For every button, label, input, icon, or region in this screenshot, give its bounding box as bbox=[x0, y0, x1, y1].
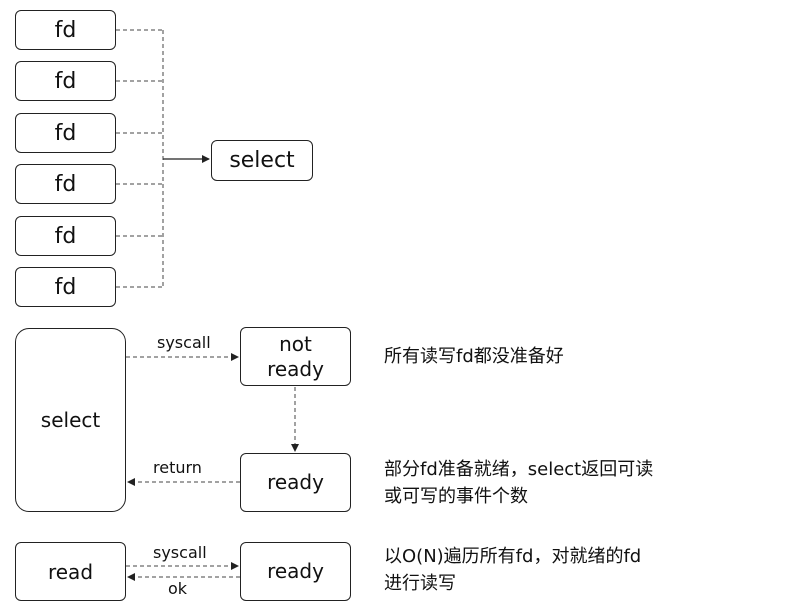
fd-box-6: fd bbox=[15, 267, 116, 307]
not-ready-line-2: ready bbox=[267, 356, 324, 381]
fd-box-5: fd bbox=[15, 216, 116, 256]
select-label: select bbox=[229, 148, 295, 173]
ready-label: ready bbox=[267, 470, 324, 494]
ok-label: ok bbox=[168, 579, 188, 598]
fd-box-1: fd bbox=[15, 10, 116, 50]
note-line: 以O(N)遍历所有fd，对就绪的fd bbox=[384, 546, 642, 567]
connector-lines bbox=[116, 29, 299, 581]
select-box-main: select bbox=[15, 328, 126, 512]
not-ready-line-1: not bbox=[279, 331, 312, 356]
fd-box-2: fd bbox=[15, 61, 116, 101]
not-ready-box: not ready bbox=[240, 327, 351, 386]
fd-box-4: fd bbox=[15, 164, 116, 204]
ready-box-1: ready bbox=[240, 453, 351, 512]
fd-label: fd bbox=[54, 17, 77, 43]
read-box: read bbox=[15, 542, 126, 601]
fd-label: fd bbox=[54, 171, 77, 197]
ready-label: ready bbox=[267, 559, 324, 583]
note-line: 进行读写 bbox=[384, 573, 456, 594]
note-traverse: 以O(N)遍历所有fd，对就绪的fd 进行读写 bbox=[384, 543, 641, 597]
note-partial-ready: 部分fd准备就绪，select返回可读 或可写的事件个数 bbox=[384, 456, 653, 510]
note-line: 部分fd准备就绪，select返回可读 bbox=[384, 459, 654, 480]
fd-label: fd bbox=[54, 68, 77, 94]
ready-box-2: ready bbox=[240, 542, 351, 601]
select-box-top: select bbox=[211, 140, 313, 181]
note-line: 或可写的事件个数 bbox=[384, 486, 528, 507]
fd-label: fd bbox=[54, 120, 77, 146]
fd-box-3: fd bbox=[15, 113, 116, 153]
select-label: select bbox=[40, 408, 101, 432]
read-label: read bbox=[47, 559, 94, 584]
fd-label: fd bbox=[54, 223, 77, 249]
return-label: return bbox=[153, 458, 202, 477]
syscall-label-2: syscall bbox=[153, 543, 207, 562]
fd-label: fd bbox=[54, 274, 77, 300]
syscall-label-1: syscall bbox=[157, 333, 211, 352]
note-not-ready: 所有读写fd都没准备好 bbox=[384, 346, 564, 367]
